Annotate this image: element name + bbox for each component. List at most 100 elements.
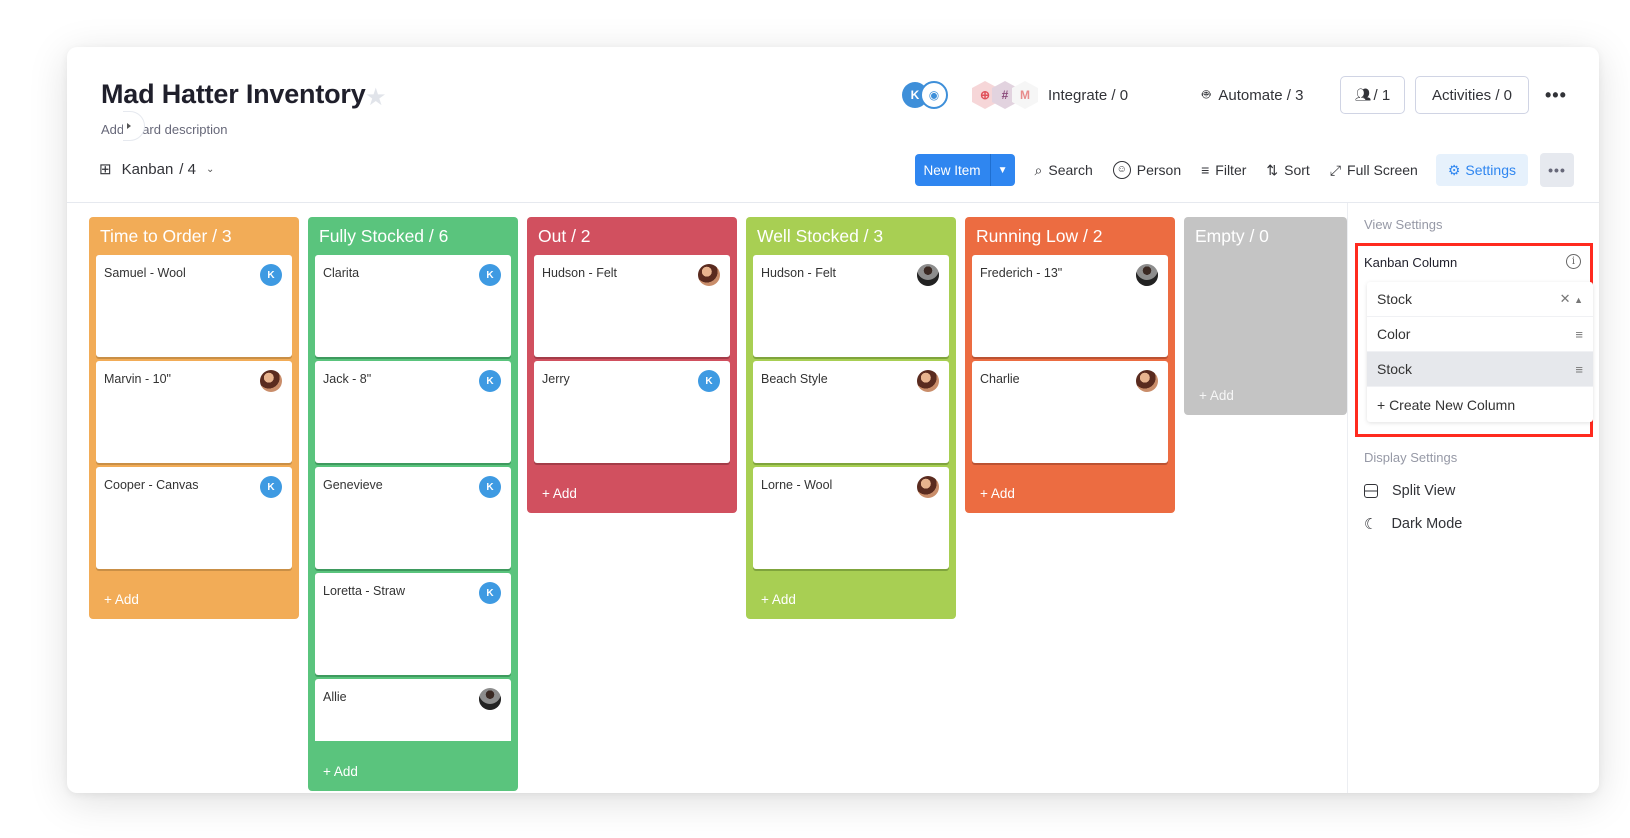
kanban-card[interactable]: Loretta - Straw K bbox=[315, 573, 511, 675]
selected-value: Stock bbox=[1377, 291, 1413, 307]
kanban-card[interactable]: Cooper - Canvas K bbox=[96, 467, 292, 569]
kanban-card[interactable]: Jack - 8" K bbox=[315, 361, 511, 463]
add-item-button[interactable]: + Add bbox=[527, 473, 737, 513]
gear-icon: ⚙ bbox=[1447, 161, 1461, 178]
drag-handle-icon[interactable]: ≡ bbox=[1575, 327, 1583, 342]
column-title[interactable]: Empty / 0 bbox=[1184, 217, 1347, 255]
column-title[interactable]: Well Stocked / 3 bbox=[746, 217, 956, 255]
view-selector[interactable]: ⊞ Kanban / 4 ⌄ bbox=[99, 160, 214, 179]
card-title: Marvin - 10" bbox=[104, 372, 171, 386]
add-item-button[interactable]: + Add bbox=[746, 579, 956, 619]
integrate-button[interactable]: ⊕ # M Integrate / 0 bbox=[972, 75, 1128, 115]
person-filter-button[interactable]: ☺ Person bbox=[1112, 161, 1182, 179]
kanban-column: Running Low / 2 Frederich - 13" Charlie + A… bbox=[965, 217, 1175, 513]
search-button[interactable]: ⌕ Search bbox=[1035, 162, 1093, 179]
card-title: Hudson - Felt bbox=[761, 266, 837, 280]
avatar[interactable] bbox=[1136, 370, 1158, 392]
avatar[interactable]: K bbox=[479, 370, 501, 392]
kanban-card[interactable]: Frederich - 13" bbox=[972, 255, 1168, 357]
avatar[interactable] bbox=[917, 370, 939, 392]
kanban-card[interactable]: Jerry K bbox=[534, 361, 730, 463]
avatar[interactable]: K bbox=[260, 264, 282, 286]
kanban-column: Fully Stocked / 6 Clarita K Jack - 8" K Genev… bbox=[308, 217, 518, 791]
star-icon[interactable]: ★ bbox=[365, 83, 387, 112]
column-title[interactable]: Fully Stocked / 6 bbox=[308, 217, 518, 255]
kanban-card[interactable]: Genevieve K bbox=[315, 467, 511, 569]
avatar[interactable]: K bbox=[698, 370, 720, 392]
activities-button[interactable]: Activities / 0 bbox=[1415, 76, 1530, 114]
create-new-column-option[interactable]: + Create New Column bbox=[1367, 387, 1593, 422]
sort-button[interactable]: ⇅ Sort bbox=[1266, 162, 1309, 179]
board-description[interactable]: Add board description bbox=[101, 122, 227, 137]
split-view-toggle[interactable]: Split View bbox=[1364, 483, 1455, 499]
filter-icon: ≡ bbox=[1201, 162, 1210, 178]
add-item-button[interactable]: + Add bbox=[965, 473, 1175, 513]
add-item-button[interactable]: + Add bbox=[308, 751, 518, 791]
card-title: Genevieve bbox=[323, 478, 383, 492]
split-view-label: Split View bbox=[1392, 483, 1456, 499]
full-screen-button[interactable]: ⤢ Full Screen bbox=[1330, 162, 1418, 179]
automate-button[interactable]: 🤖︎ Automate / 3 bbox=[1202, 75, 1303, 115]
more-options-button[interactable]: ••• bbox=[1545, 85, 1567, 106]
info-icon[interactable]: i bbox=[1566, 254, 1581, 269]
kanban-card[interactable]: Allie bbox=[315, 679, 511, 741]
members-button[interactable]: 👥︎ / 1 bbox=[1340, 76, 1406, 114]
column-title[interactable]: Running Low / 2 bbox=[965, 217, 1175, 255]
column-title[interactable]: Time to Order / 3 bbox=[89, 217, 299, 255]
moon-icon: ☾ bbox=[1364, 516, 1378, 533]
card-title: Jack - 8" bbox=[323, 372, 372, 386]
filter-button[interactable]: ≡ Filter bbox=[1201, 162, 1246, 178]
people-icon: 👥︎ bbox=[1355, 87, 1372, 102]
settings-button[interactable]: ⚙ Settings bbox=[1435, 154, 1528, 186]
drag-handle-icon[interactable]: ≡ bbox=[1575, 362, 1583, 377]
settings-label: Settings bbox=[1465, 162, 1516, 178]
kanban-card[interactable]: Beach Style bbox=[753, 361, 949, 463]
kanban-card[interactable]: Samuel - Wool K bbox=[96, 255, 292, 357]
kanban-card[interactable]: Hudson - Felt bbox=[753, 255, 949, 357]
column-title[interactable]: Out / 2 bbox=[527, 217, 737, 255]
expand-icon: ⤢ bbox=[1329, 161, 1342, 178]
add-item-button[interactable]: + Add bbox=[1184, 375, 1347, 415]
avatar[interactable]: K bbox=[479, 264, 501, 286]
chevron-up-icon[interactable]: ▲ bbox=[1574, 295, 1583, 305]
board-title[interactable]: Mad Hatter Inventory bbox=[101, 79, 366, 110]
avatar[interactable]: K bbox=[479, 476, 501, 498]
kanban-card[interactable]: Clarita K bbox=[315, 255, 511, 357]
board-members[interactable]: K ◉ bbox=[902, 75, 948, 115]
kanban-column: Time to Order / 3 Samuel - Wool K Marvin - … bbox=[89, 217, 299, 619]
members-wrap: 👥︎ / 1 bbox=[1340, 75, 1406, 115]
dropdown-option[interactable]: Color ≡ bbox=[1367, 317, 1593, 352]
avatar[interactable] bbox=[479, 688, 501, 710]
avatar[interactable] bbox=[917, 264, 939, 286]
dark-mode-toggle[interactable]: ☾ Dark Mode bbox=[1364, 515, 1462, 533]
card-title: Hudson - Felt bbox=[542, 266, 618, 280]
avatar[interactable]: K bbox=[260, 476, 282, 498]
avatar[interactable] bbox=[698, 264, 720, 286]
clear-icon[interactable]: ✕ ▲ bbox=[1560, 291, 1583, 307]
toolbar-more-button[interactable]: ••• bbox=[1540, 153, 1574, 187]
sort-icon: ⇅ bbox=[1266, 161, 1279, 178]
avatar[interactable] bbox=[1136, 264, 1158, 286]
avatar[interactable]: K bbox=[479, 582, 501, 604]
dropdown-selected-value[interactable]: Stock ✕ ▲ bbox=[1367, 282, 1593, 317]
card-title: Loretta - Straw bbox=[323, 584, 405, 598]
avatar[interactable] bbox=[260, 370, 282, 392]
dropdown-option[interactable]: Stock ≡ bbox=[1367, 352, 1593, 387]
board-toolbar: New Item ▼ ⌕ Search ☺ Person ≡ Filter ⇅ … bbox=[914, 153, 1574, 187]
card-title: Beach Style bbox=[761, 372, 828, 386]
avatar[interactable] bbox=[917, 476, 939, 498]
search-icon: ⌕ bbox=[1034, 161, 1043, 178]
kanban-column-dropdown[interactable]: Stock ✕ ▲ Color ≡ Stock ≡ + Create New C… bbox=[1367, 282, 1593, 422]
kanban-card[interactable]: Lorne - Wool bbox=[753, 467, 949, 569]
kanban-card[interactable]: Marvin - 10" bbox=[96, 361, 292, 463]
kanban-card[interactable]: Charlie bbox=[972, 361, 1168, 463]
new-item-button[interactable]: New Item ▼ bbox=[914, 154, 1015, 186]
filter-label: Filter bbox=[1215, 162, 1247, 178]
kanban-card[interactable]: Hudson - Felt bbox=[534, 255, 730, 357]
option-label: Color bbox=[1377, 326, 1411, 342]
view-count: / 4 bbox=[179, 160, 196, 178]
chevron-down-icon[interactable]: ▼ bbox=[989, 154, 1015, 186]
card-title: Jerry bbox=[542, 372, 570, 386]
person-label: Person bbox=[1136, 162, 1182, 178]
add-item-button[interactable]: + Add bbox=[89, 579, 299, 619]
